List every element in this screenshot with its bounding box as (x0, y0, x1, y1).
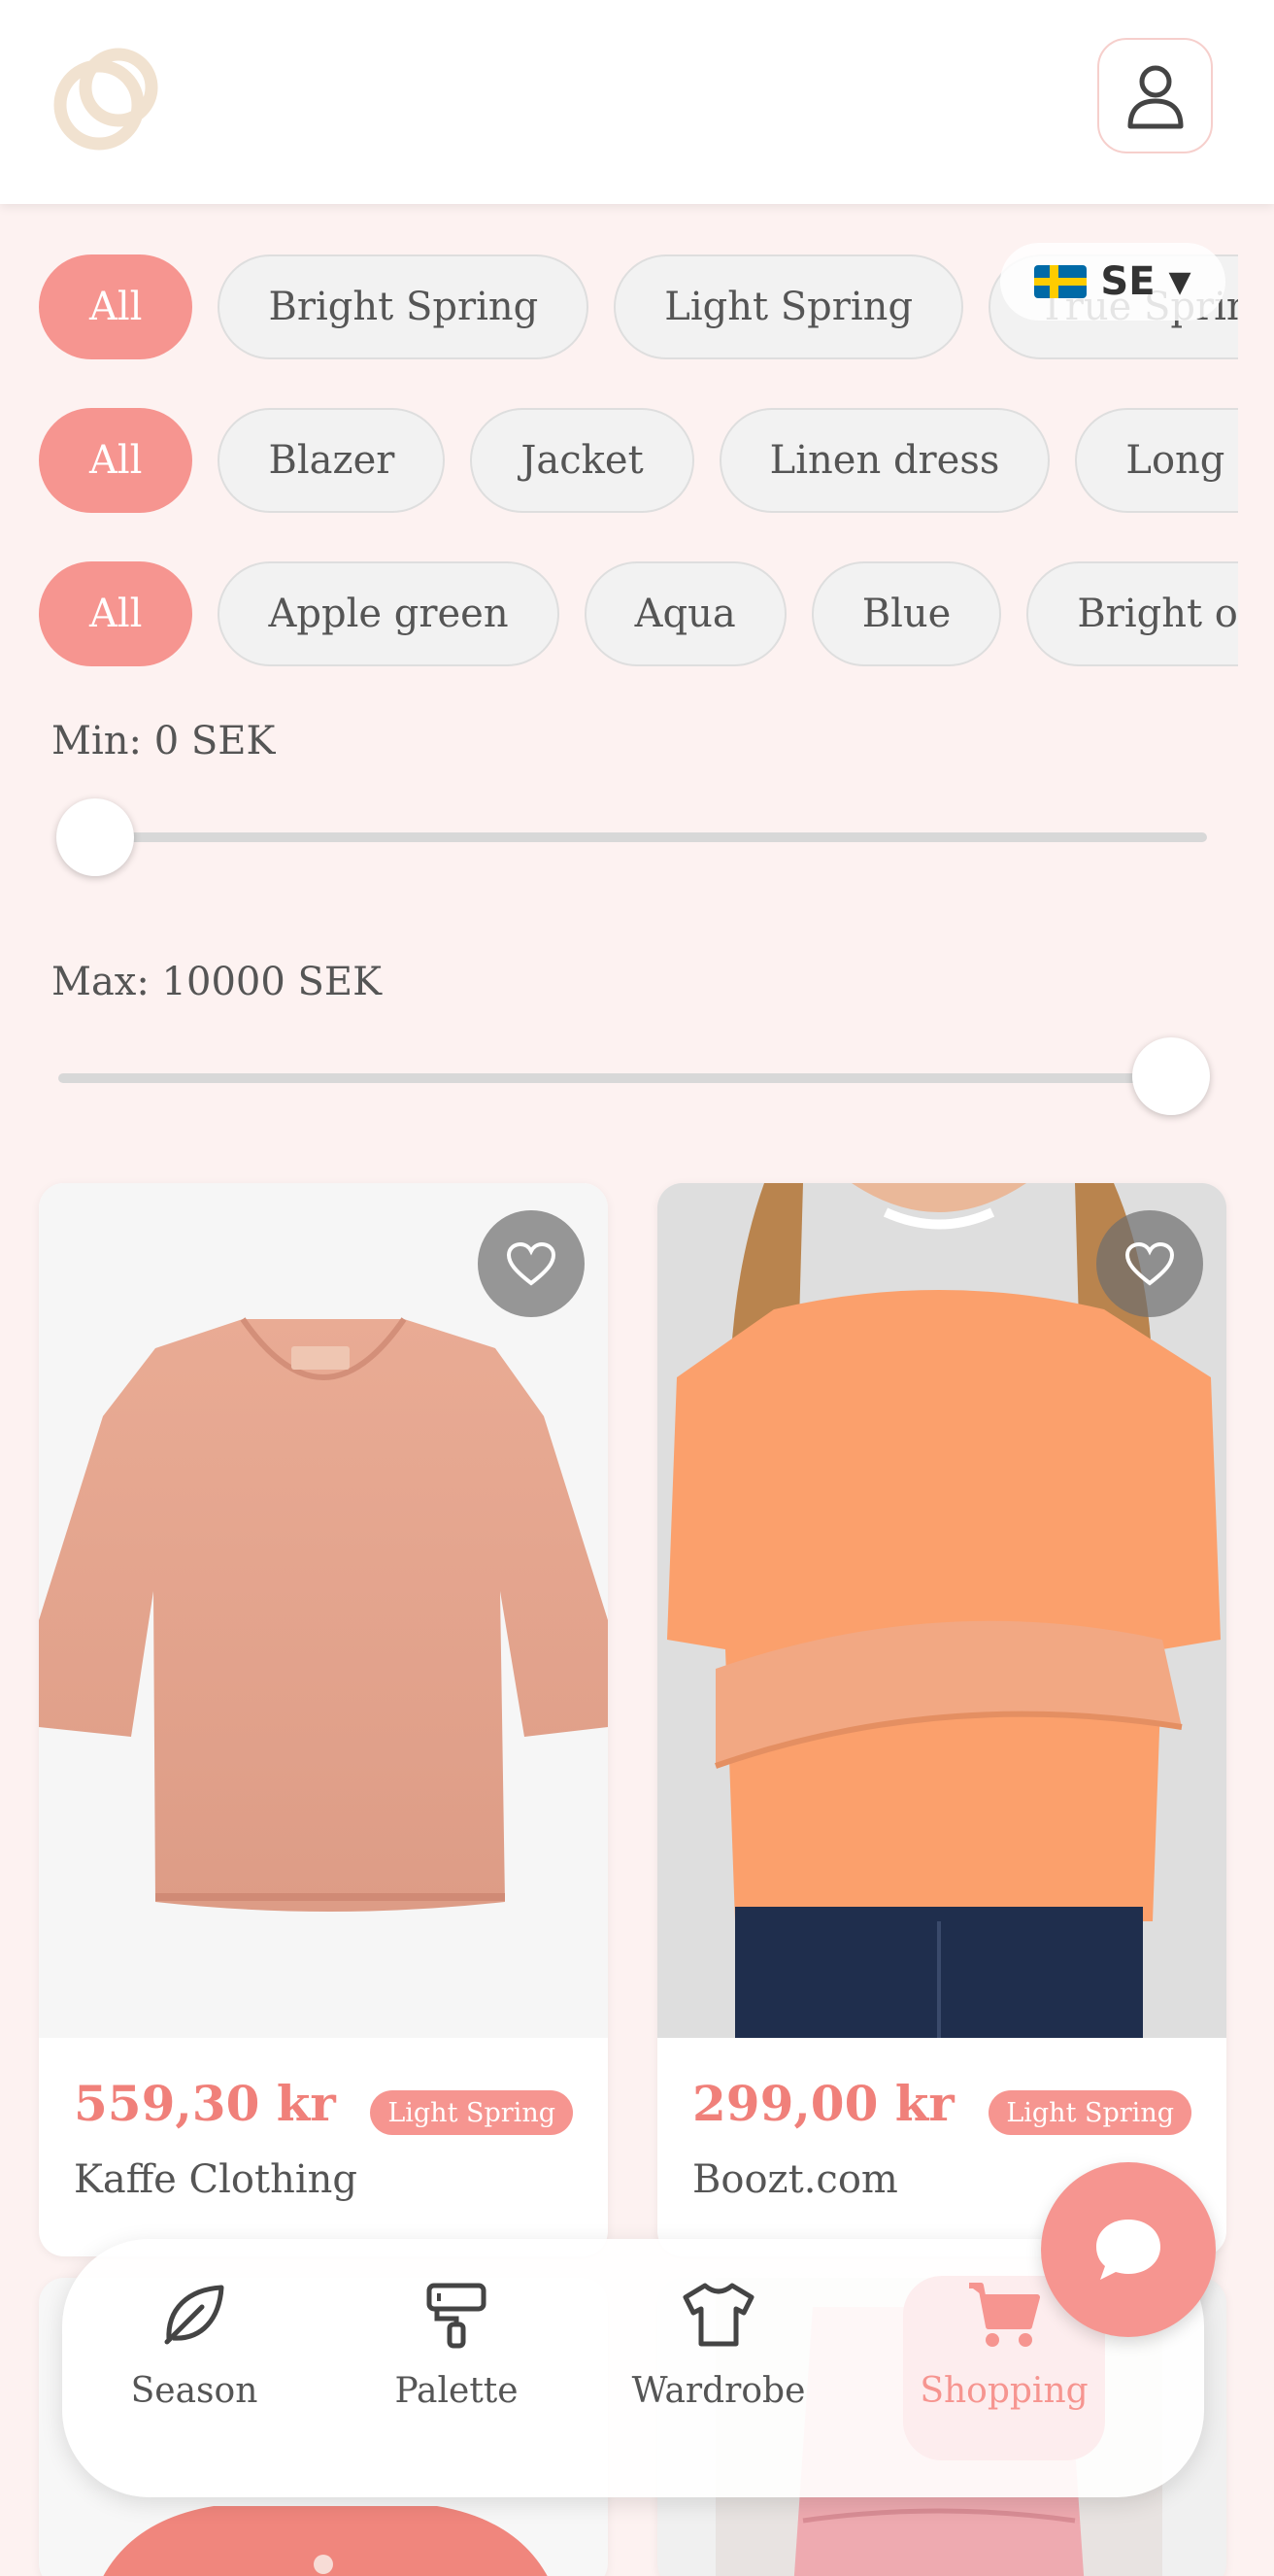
favorite-button[interactable] (478, 1210, 585, 1317)
chip-category-long-dress[interactable]: Long dress (1075, 408, 1238, 513)
heart-icon (506, 1241, 556, 1286)
paint-roller-icon (418, 2276, 495, 2354)
bottom-navigation: Season Palette Wardrobe Shopping (62, 2239, 1204, 2497)
chip-color-apple-green[interactable]: Apple green (218, 561, 559, 666)
product-price: 299,00 kr (692, 2075, 955, 2132)
min-price-label: Min: 0 SEK (51, 719, 276, 763)
sweden-flag-icon (1034, 265, 1088, 298)
heart-icon (1124, 1241, 1175, 1286)
chip-category-all[interactable]: All (39, 408, 193, 513)
chip-category-jacket[interactable]: Jacket (470, 408, 694, 513)
max-price-slider-thumb[interactable] (1132, 1037, 1210, 1115)
chip-season-light-spring[interactable]: Light Spring (614, 254, 964, 359)
product-card[interactable]: 299,00 kr Light Spring Boozt.com (657, 1183, 1226, 2256)
product-brand: Kaffe Clothing (74, 2157, 358, 2202)
nav-season-label: Season (130, 2371, 258, 2411)
chip-season-bright-spring[interactable]: Bright Spring (218, 254, 589, 359)
product-brand: Boozt.com (692, 2157, 898, 2202)
rings-logo-icon[interactable] (49, 39, 167, 157)
product-card[interactable]: 559,30 kr Light Spring Kaffe Clothing (39, 1183, 608, 2256)
leaf-icon (155, 2276, 233, 2354)
min-price-track[interactable] (58, 832, 1207, 842)
chip-category-blazer[interactable]: Blazer (218, 408, 446, 513)
chip-color-aqua[interactable]: Aqua (584, 561, 787, 666)
season-badge: Light Spring (370, 2090, 573, 2135)
nav-season[interactable]: Season (87, 2276, 301, 2460)
chat-button[interactable] (1041, 2162, 1216, 2337)
nav-wardrobe[interactable]: Wardrobe (612, 2276, 825, 2460)
chat-bubble-icon (1096, 2220, 1160, 2280)
chip-season-all[interactable]: All (39, 254, 193, 359)
chip-category-linen-dress[interactable]: Linen dress (719, 408, 1051, 513)
tshirt-icon (680, 2276, 757, 2354)
nav-palette[interactable]: Palette (350, 2276, 563, 2460)
profile-button[interactable] (1097, 38, 1213, 153)
season-badge: Light Spring (989, 2090, 1191, 2135)
category-filter-row: All Blazer Jacket Linen dress Long dress (0, 406, 1238, 515)
nav-palette-label: Palette (394, 2371, 519, 2411)
top-bar (0, 0, 1274, 204)
favorite-button[interactable] (1096, 1210, 1203, 1317)
language-code: SE (1100, 259, 1156, 304)
max-price-track[interactable] (58, 1073, 1207, 1083)
color-filter-row: All Apple green Aqua Blue Bright orange (0, 559, 1238, 668)
shopping-cart-icon (965, 2276, 1043, 2354)
nav-shopping-label: Shopping (920, 2371, 1089, 2411)
product-price: 559,30 kr (74, 2075, 336, 2132)
chip-color-bright-orange[interactable]: Bright orange (1026, 561, 1238, 666)
user-icon (1127, 65, 1183, 128)
chip-color-all[interactable]: All (39, 561, 193, 666)
max-price-label: Max: 10000 SEK (51, 960, 382, 1004)
nav-wardrobe-label: Wardrobe (631, 2371, 806, 2411)
chevron-down-icon: ▼ (1168, 264, 1191, 299)
chip-color-blue[interactable]: Blue (811, 561, 1002, 666)
language-selector[interactable]: SE ▼ (1000, 243, 1225, 321)
min-price-slider-thumb[interactable] (56, 798, 134, 876)
